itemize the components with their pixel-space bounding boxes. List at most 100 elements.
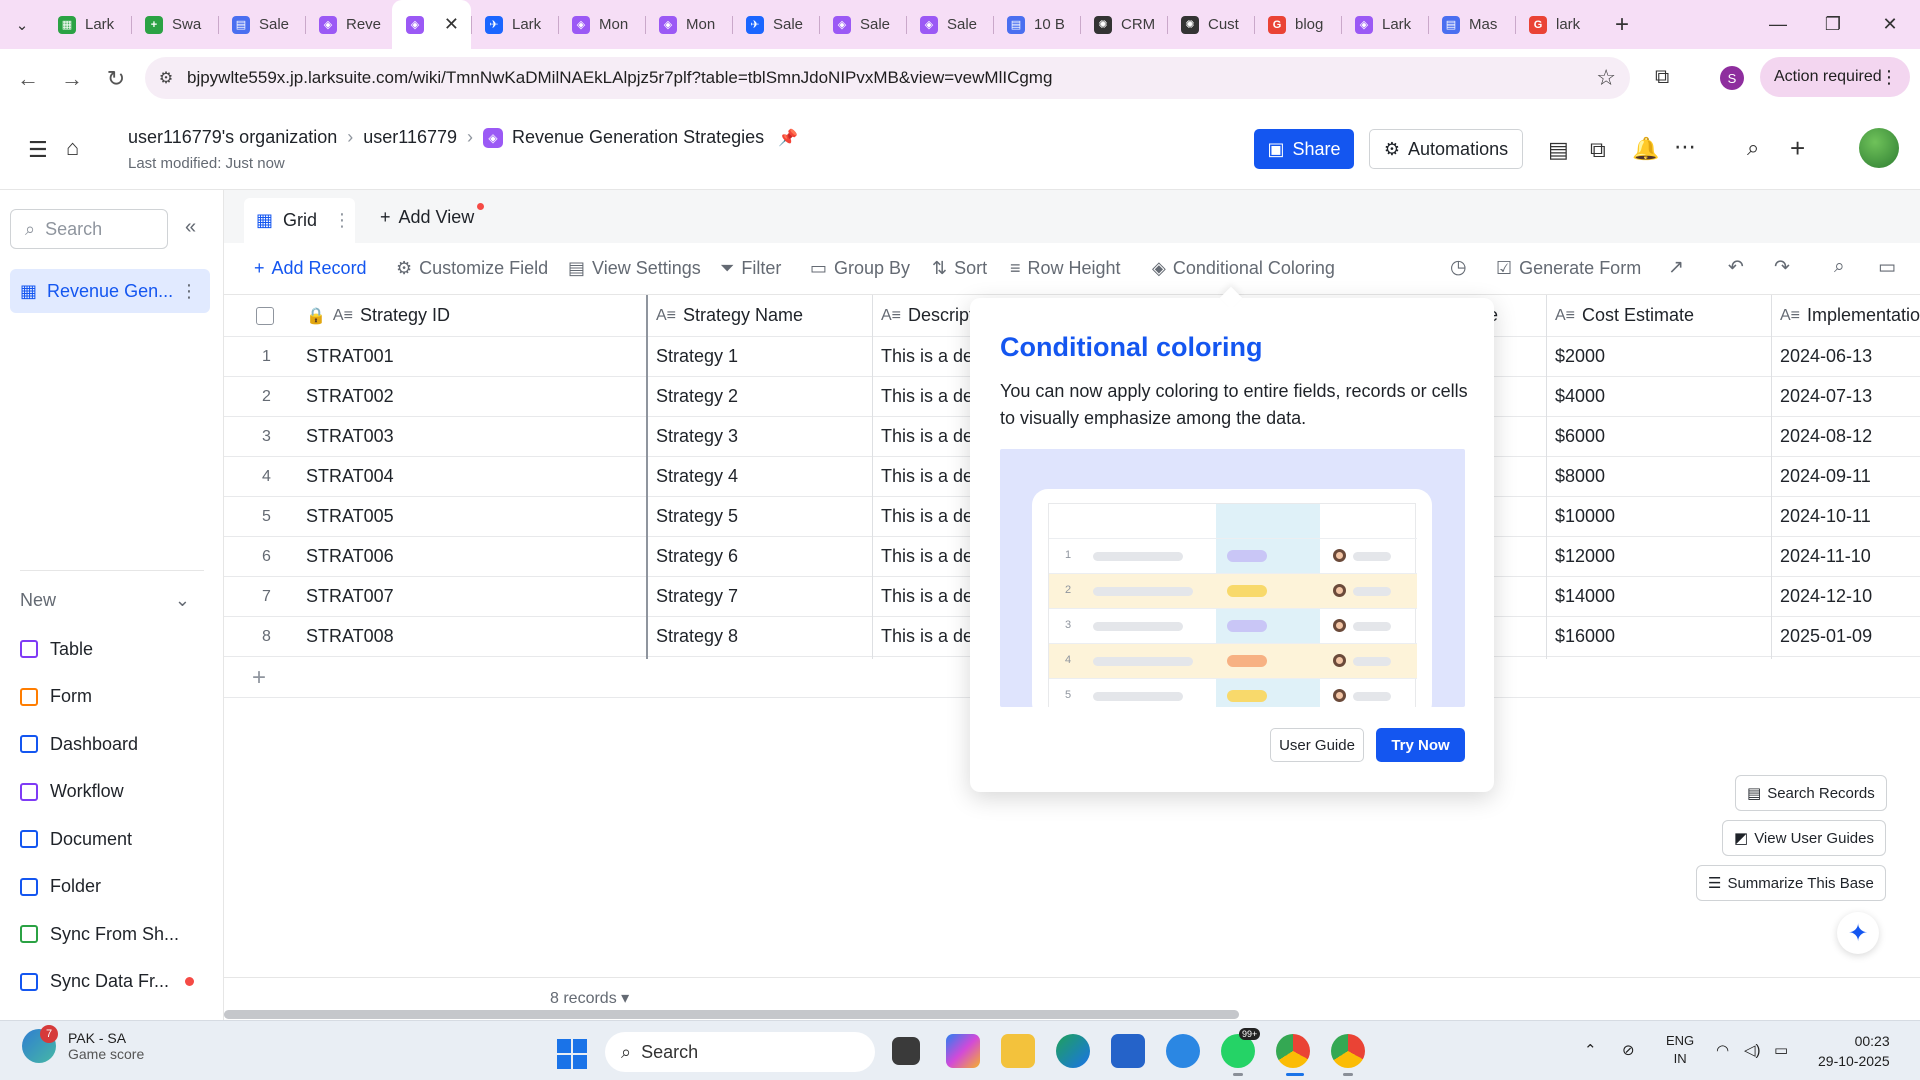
plus-icon[interactable]: + [1790,133,1805,164]
cell-description[interactable]: This is a de [881,337,981,376]
row-number[interactable]: 8 [244,617,289,656]
cell-implementation[interactable]: 2024-09-11 [1780,457,1920,496]
try-now-button[interactable]: Try Now [1376,728,1465,762]
cell-implementation[interactable]: 2024-08-12 [1780,417,1920,456]
breadcrumb-org[interactable]: user116779's organization [128,127,337,148]
cell-implementation[interactable]: 2024-06-13 [1780,337,1920,376]
browser-tab[interactable]: Glark [1515,0,1602,49]
redo-icon[interactable]: ↷ [1774,256,1790,279]
cell-description[interactable]: This is a de [881,377,981,416]
cell-strategy-id[interactable]: STRAT007 [306,577,646,616]
wifi-icon[interactable]: ◠ [1716,1041,1729,1059]
filter-button[interactable]: ⏷ Filter [720,258,781,279]
system-clock[interactable]: 00:23 29-10-2025 [1818,1031,1890,1071]
weather-widget[interactable]: 7 PAK - SA Game score [22,1025,144,1063]
cell-strategy-name[interactable]: Strategy 6 [656,537,866,576]
chevron-up-icon[interactable]: ⌃ [1584,1041,1597,1059]
cell-strategy-name[interactable]: Strategy 5 [656,497,866,536]
row-number[interactable]: 5 [244,497,289,536]
minimize-icon[interactable]: — [1748,0,1808,49]
checkbox[interactable] [256,306,274,325]
battery-icon[interactable]: ▭ [1774,1041,1788,1059]
browser-tab[interactable]: ◈ Mon [645,0,732,49]
new-item-folder[interactable]: Folder [20,872,101,902]
column-divider[interactable] [872,295,873,659]
share-view-icon[interactable]: ↗ [1668,256,1684,279]
browser-tab[interactable]: ▤ Sale [218,0,305,49]
browser-tab[interactable]: Gblog [1254,0,1341,49]
help-icon[interactable] [1166,1034,1200,1068]
url-text[interactable]: bjpywlte559x.jp.larksuite.com/wiki/TmnNw… [187,68,1052,88]
search-icon[interactable]: ⌕ [1747,135,1759,161]
row-number[interactable]: 2 [244,377,289,416]
forward-icon[interactable]: → [50,59,94,99]
cell-description[interactable]: This is a de [881,617,981,656]
menu-toggle-icon[interactable]: ☰ [28,137,48,163]
cell-implementation[interactable]: 2024-10-11 [1780,497,1920,536]
share-button[interactable]: ▣ Share [1254,129,1354,169]
close-window-icon[interactable]: ✕ [1860,0,1920,49]
browser-tab[interactable]: ◈ Sale [906,0,993,49]
start-icon[interactable] [557,1039,587,1069]
home-icon[interactable]: ⌂ [66,135,79,161]
view-user-guides-button[interactable]: ◩ View User Guides [1722,820,1886,856]
undo-icon[interactable]: ↶ [1728,256,1744,279]
column-header-implementation[interactable]: A≡ Implementatio [1780,295,1920,336]
tab-search-chevron-icon[interactable]: ⌄ [0,0,44,49]
cell-strategy-id[interactable]: STRAT003 [306,417,646,456]
user-avatar[interactable] [1859,128,1899,168]
cell-strategy-name[interactable]: Strategy 8 [656,617,866,656]
view-settings-button[interactable]: ▤ View Settings [568,258,701,279]
conditional-coloring-button[interactable]: ◈ Conditional Coloring [1152,258,1335,279]
chrome-icon[interactable] [1276,1034,1310,1068]
cell-cost-estimate[interactable]: $8000 [1555,457,1765,496]
browser-tab[interactable]: ✈ Sale [732,0,819,49]
new-item-sync-from-sh[interactable]: Sync From Sh... [20,919,179,949]
cell-description[interactable]: This is a de [881,537,981,576]
edge-icon[interactable] [1056,1034,1090,1068]
store-icon[interactable] [1111,1034,1145,1068]
new-item-dashboard[interactable]: Dashboard [20,729,138,759]
url-bar[interactable]: ⚙ bjpywlte559x.jp.larksuite.com/wiki/Tmn… [145,57,1630,99]
more-vertical-icon[interactable]: ⋮ [180,281,198,302]
browser-tab[interactable]: ◈ Sale [819,0,906,49]
cell-implementation[interactable]: 2024-11-10 [1780,537,1920,576]
column-header-description[interactable]: A≡ Descript [881,295,974,336]
sort-button[interactable]: ⇅ Sort [932,258,987,279]
browser-tab[interactable]: ◈ Reve [305,0,392,49]
cell-cost-estimate[interactable]: $12000 [1555,537,1765,576]
close-tab-icon[interactable]: ✕ [444,14,459,35]
extensions-icon[interactable]: ⧉ [1655,66,1669,89]
new-section-header[interactable]: New ⌄ [20,590,190,611]
cell-strategy-id[interactable]: STRAT002 [306,377,646,416]
pin-icon[interactable]: 📌 [778,128,798,148]
user-guide-button[interactable]: User Guide [1270,728,1364,762]
reload-icon[interactable]: ↻ [94,59,138,99]
frozen-column-divider[interactable] [646,295,648,659]
add-view-button[interactable]: + Add View [380,203,485,228]
sidebar-search-input[interactable]: ⌕ Search [10,209,168,249]
cell-description[interactable]: This is a de [881,457,981,496]
browser-tab[interactable]: ▦ Lark [44,0,131,49]
customize-field-button[interactable]: ⚙ Customize Field [396,258,548,279]
browser-tab[interactable]: ▤ Mas [1428,0,1515,49]
bookmark-star-icon[interactable]: ☆ [1596,65,1616,91]
back-icon[interactable]: ← [6,59,50,99]
row-number[interactable]: 4 [244,457,289,496]
history-icon[interactable]: ◷ [1450,256,1467,279]
more-vertical-icon[interactable]: ⋮ [1880,67,1898,88]
search-records-button[interactable]: ▤ Search Records [1735,775,1887,811]
sidebar-item-revenue-table[interactable]: ▦ Revenue Gen... ⋮ [10,269,210,313]
cell-strategy-name[interactable]: Strategy 4 [656,457,866,496]
copilot-icon[interactable] [946,1034,980,1068]
chrome-profile-icon[interactable] [1331,1034,1365,1068]
more-icon[interactable]: ⋯ [1674,134,1696,160]
cell-implementation[interactable]: 2025-01-09 [1780,617,1920,656]
cell-strategy-id[interactable]: STRAT004 [306,457,646,496]
cell-cost-estimate[interactable]: $2000 [1555,337,1765,376]
bell-icon[interactable]: 🔔 [1632,136,1659,162]
row-height-button[interactable]: ≡ Row Height [1010,258,1121,279]
browser-tab[interactable]: + Swa [131,0,218,49]
template-icon[interactable]: ▤ [1548,137,1569,163]
browser-tab[interactable]: ✺ CRM [1080,0,1167,49]
